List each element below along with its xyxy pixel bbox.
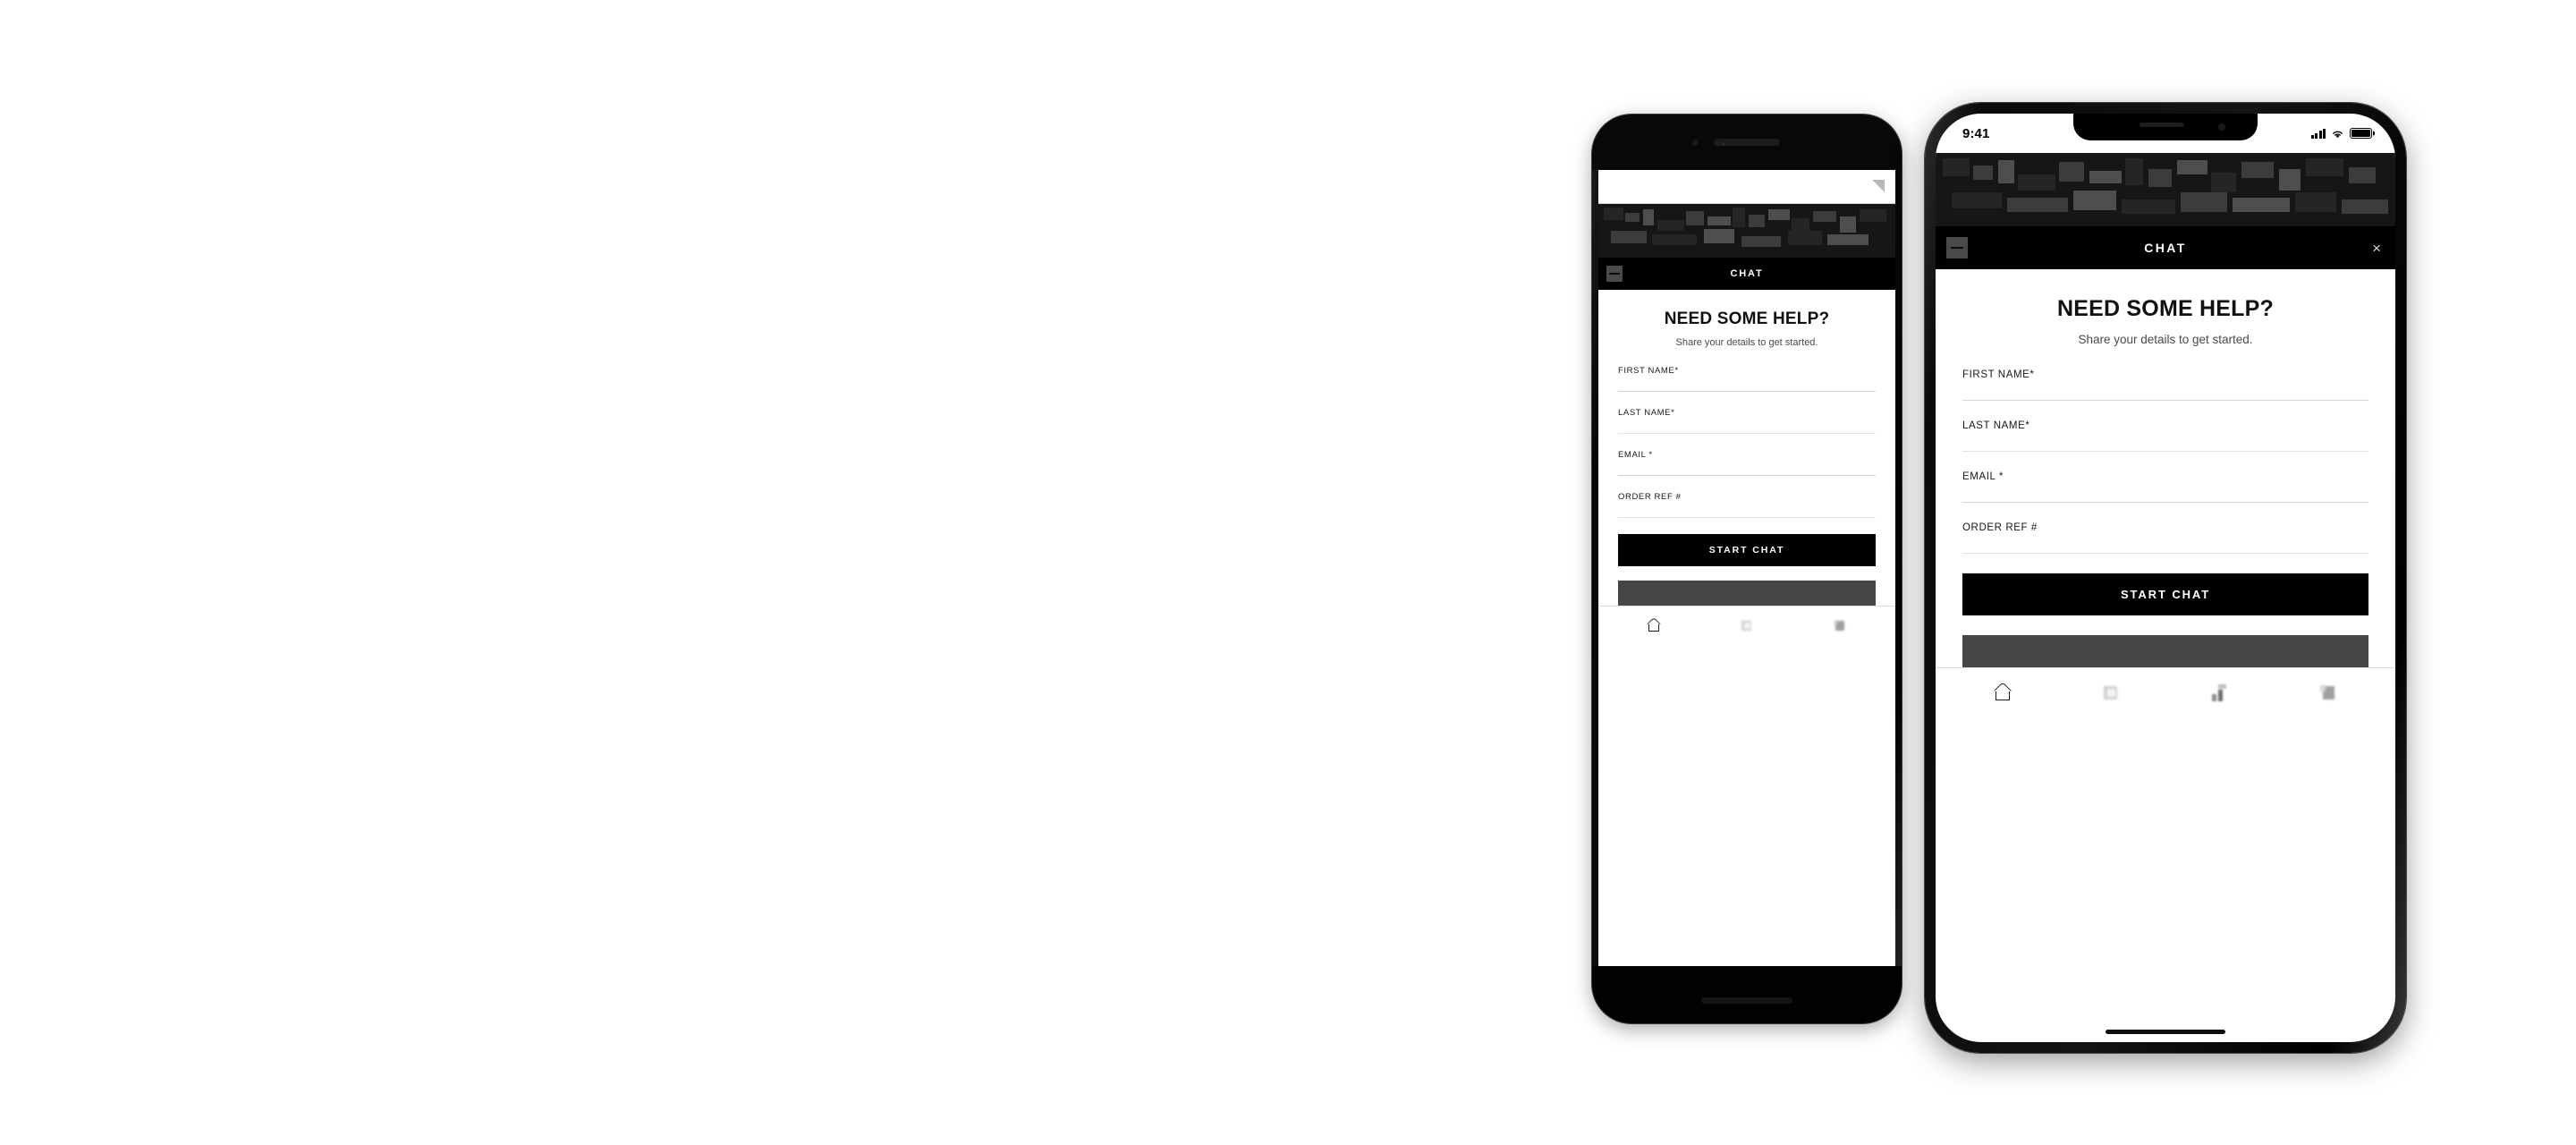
front-help-subheading: Share your details to get started. (2078, 333, 2253, 346)
front-brand-banner (1936, 153, 2395, 226)
scene-canvas: CHAT NEED SOME HELP? Share your details … (0, 0, 2576, 1145)
bag-icon (1833, 618, 1848, 633)
back-field-underline (1618, 517, 1876, 518)
browser-chrome-bar[interactable] (1598, 170, 1895, 204)
front-camera-icon (1692, 140, 1699, 146)
front-start-chat-button[interactable]: START CHAT (1962, 573, 2368, 615)
cellular-signal-icon (2310, 128, 2326, 139)
front-field-label-order-ref: ORDER REF # (1962, 522, 2038, 533)
back-help-heading: NEED SOME HELP? (1664, 310, 1830, 328)
front-nav-bars[interactable] (2165, 683, 2275, 703)
status-bar-indicators (2310, 128, 2372, 139)
back-chat-body: NEED SOME HELP? Share your details to ge… (1598, 290, 1895, 606)
front-grey-strip (1962, 635, 2368, 667)
hamburger-icon[interactable] (1606, 266, 1623, 282)
back-nav-home[interactable] (1607, 616, 1700, 633)
home-button-icon[interactable] (1701, 997, 1792, 1004)
square-icon (1740, 618, 1755, 633)
back-phone-top-bezel (1592, 114, 1902, 170)
back-bottom-nav (1598, 606, 1895, 645)
back-field-underline (1618, 475, 1876, 476)
back-field-email[interactable]: EMAIL * (1618, 450, 1876, 476)
front-field-first-name[interactable]: FIRST NAME* (1962, 369, 2368, 401)
front-field-underline (1962, 451, 2368, 452)
front-chat-body: NEED SOME HELP? Share your details to ge… (1936, 269, 2395, 667)
home-icon (1993, 681, 2012, 703)
earpiece-speaker-icon (2140, 123, 2184, 127)
back-chat-header: CHAT (1598, 258, 1895, 290)
front-field-underline (1962, 502, 2368, 503)
back-phone-screen: CHAT NEED SOME HELP? Share your details … (1598, 170, 1895, 966)
close-icon[interactable]: × (2372, 241, 2381, 256)
back-field-last-name[interactable]: LAST NAME* (1618, 408, 1876, 434)
front-field-order-ref[interactable]: ORDER REF # (1962, 522, 2368, 554)
back-field-label-first-name: FIRST NAME* (1618, 366, 1679, 376)
back-field-label-order-ref: ORDER REF # (1618, 492, 1682, 502)
front-field-label-first-name: FIRST NAME* (1962, 369, 2035, 380)
front-phone-screen: 9:41 CHAT × NEED SOME HELP? Share your d… (1936, 114, 2395, 1042)
hamburger-icon[interactable] (1946, 237, 1968, 259)
front-field-label-last-name: LAST NAME* (1962, 420, 2030, 431)
back-chat-title: CHAT (1730, 268, 1764, 279)
front-phone-device: 9:41 CHAT × NEED SOME HELP? Share your d… (1925, 103, 2406, 1053)
square-icon (2101, 683, 2121, 703)
front-nav-home[interactable] (1948, 681, 2057, 703)
back-help-subheading: Share your details to get started. (1675, 337, 1818, 348)
back-start-chat-button[interactable]: START CHAT (1618, 534, 1876, 566)
bars-icon (2210, 683, 2230, 703)
back-nav-bag[interactable] (1793, 618, 1886, 633)
back-grey-strip (1618, 581, 1876, 606)
device-notch (2073, 114, 2258, 140)
back-phone-device: CHAT NEED SOME HELP? Share your details … (1592, 114, 1902, 1023)
bag-icon (2318, 683, 2338, 703)
front-field-email[interactable]: EMAIL * (1962, 471, 2368, 503)
back-field-underline (1618, 391, 1876, 392)
front-field-label-email: EMAIL * (1962, 471, 2004, 482)
home-indicator[interactable] (2106, 1030, 2225, 1034)
triangle-glyph-icon (1872, 180, 1885, 192)
status-bar-time: 9:41 (1962, 125, 1990, 141)
back-phone-bottom-bezel (1592, 966, 1902, 1023)
front-help-heading: NEED SOME HELP? (2057, 296, 2274, 321)
front-nav-bag[interactable] (2275, 683, 2384, 703)
back-field-order-ref[interactable]: ORDER REF # (1618, 492, 1876, 518)
front-field-last-name[interactable]: LAST NAME* (1962, 420, 2368, 452)
wifi-icon (2333, 131, 2343, 138)
home-icon (1647, 616, 1662, 633)
front-chat-header: CHAT × (1936, 226, 2395, 269)
back-field-label-email: EMAIL * (1618, 450, 1653, 460)
front-bottom-nav (1936, 667, 2395, 717)
back-field-underline (1618, 433, 1876, 434)
front-chat-title: CHAT (2144, 241, 2187, 255)
back-field-first-name[interactable]: FIRST NAME* (1618, 366, 1876, 392)
front-field-underline (1962, 553, 2368, 554)
back-nav-square[interactable] (1700, 618, 1793, 633)
front-nav-square[interactable] (2057, 683, 2166, 703)
battery-icon (2350, 128, 2372, 139)
front-camera-icon (2218, 123, 2225, 131)
proximity-sensor-icon (1722, 142, 1725, 146)
back-field-label-last-name: LAST NAME* (1618, 408, 1675, 418)
front-field-underline (1962, 400, 2368, 401)
back-brand-banner (1598, 204, 1895, 258)
